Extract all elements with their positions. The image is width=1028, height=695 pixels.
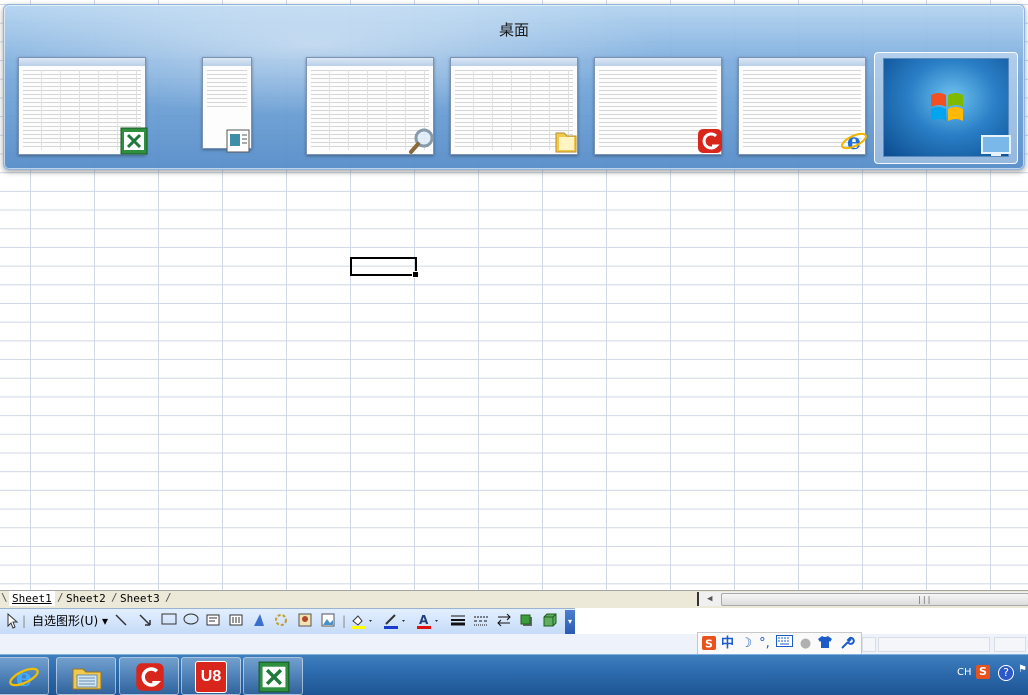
- ime-toolbar: S 中 ☽ °, ●: [697, 632, 862, 655]
- help-icon[interactable]: ?: [998, 665, 1014, 681]
- tab-sheet2[interactable]: Sheet2: [63, 591, 109, 606]
- sogou-s-icon[interactable]: S: [700, 635, 717, 652]
- task-switcher: 桌面 e: [3, 4, 1025, 170]
- ie-window-thumb[interactable]: e: [738, 57, 867, 157]
- oval-icon[interactable]: [182, 613, 200, 630]
- chinese-mode-toggle[interactable]: 中: [719, 635, 736, 652]
- svg-text:e: e: [16, 662, 32, 692]
- autoshapes-menu[interactable]: 自选图形(U) ▾: [32, 613, 108, 630]
- windows7-logo: [931, 93, 963, 121]
- u8-red-icon: [698, 129, 722, 153]
- u8-red-icon: [136, 663, 164, 691]
- settings-wrench-icon[interactable]: [838, 635, 855, 652]
- punctuation-icon[interactable]: °,: [756, 635, 773, 652]
- u8-window-thumb[interactable]: [594, 57, 722, 157]
- line-color-icon[interactable]: [383, 613, 407, 630]
- horizontal-scrollbar[interactable]: ◀ |||: [697, 592, 1028, 606]
- tab-sheet3[interactable]: Sheet3: [117, 591, 163, 606]
- scroll-left-icon[interactable]: ◀: [707, 592, 712, 606]
- language-indicator[interactable]: CH: [957, 667, 972, 678]
- taskbar-file-manager-button[interactable]: [56, 657, 116, 695]
- u8-logo-icon: U8: [195, 661, 227, 693]
- half-width-moon-icon[interactable]: ☽: [738, 635, 755, 652]
- ie-icon: e: [9, 662, 39, 692]
- excel-icon: [258, 661, 290, 693]
- excel-icon: [120, 127, 148, 155]
- system-tray: CH S ? ⚑: [948, 655, 1028, 695]
- monitor-icon: [981, 135, 1011, 156]
- svg-text:S: S: [705, 638, 713, 651]
- sheet-tabs-bar: \ Sheet1 / Sheet2 / Sheet3 / ◀ |||: [0, 590, 1028, 608]
- shadow-style-icon[interactable]: [519, 613, 535, 630]
- switcher-title: 桌面: [498, 21, 529, 39]
- arrow-icon[interactable]: [137, 613, 153, 630]
- taskbar-u8-button[interactable]: U8: [181, 657, 241, 695]
- rectangle-icon[interactable]: [160, 613, 178, 630]
- active-cell-cursor[interactable]: [350, 257, 419, 278]
- folder-icon: [72, 668, 102, 690]
- arrow-style-icon[interactable]: [496, 613, 512, 630]
- folder-icon: [555, 132, 577, 153]
- taskbar-ie-button[interactable]: e: [0, 657, 49, 695]
- toolbar-options-chevron-icon[interactable]: ▾: [565, 610, 575, 634]
- status-bar-cells: [862, 637, 1026, 652]
- vertical-text-box-icon[interactable]: [228, 613, 244, 630]
- explorer-window-thumb[interactable]: [450, 57, 578, 157]
- tray-flag-icon[interactable]: ⚑: [1018, 664, 1027, 675]
- taskbar-u8-client-button[interactable]: [119, 657, 179, 695]
- line-icon[interactable]: [113, 613, 129, 630]
- desktop-thumb[interactable]: [874, 52, 1018, 164]
- taskbar-excel-button[interactable]: [243, 657, 303, 695]
- user-icon[interactable]: ●: [797, 635, 814, 652]
- windows-taskbar: e U8 CH S ? ⚑: [0, 654, 1028, 695]
- scrollbar-thumb[interactable]: |||: [721, 593, 1028, 606]
- wordart-icon[interactable]: [251, 613, 267, 630]
- dash-style-icon[interactable]: [473, 613, 489, 630]
- excel-window-thumb[interactable]: [18, 57, 148, 157]
- text-box-icon[interactable]: [205, 613, 221, 630]
- 3d-style-icon[interactable]: [542, 613, 558, 630]
- select-pointer-icon[interactable]: [4, 612, 20, 630]
- magnifier-icon: [409, 128, 434, 154]
- font-color-icon[interactable]: A: [416, 613, 440, 630]
- diagram-icon[interactable]: [273, 613, 289, 630]
- dialog-window-thumb[interactable]: [172, 57, 300, 157]
- fill-color-icon[interactable]: [350, 613, 374, 630]
- line-style-icon[interactable]: [450, 613, 466, 630]
- soft-keyboard-icon[interactable]: [776, 635, 793, 652]
- ie-icon: e: [841, 129, 867, 155]
- sogou-tray-icon[interactable]: S: [976, 665, 990, 679]
- svg-text:A: A: [419, 613, 429, 627]
- svg-text:e: e: [847, 129, 861, 155]
- clip-art-icon[interactable]: [297, 613, 313, 630]
- tab-sheet1[interactable]: Sheet1: [9, 591, 55, 606]
- search-window-thumb[interactable]: [306, 57, 434, 157]
- picture-icon[interactable]: [320, 613, 336, 630]
- document-icon: [226, 129, 250, 153]
- skin-tshirt-icon[interactable]: [816, 635, 833, 652]
- drawing-toolbar: | 自选图形(U) ▾ | A ▾: [0, 608, 575, 636]
